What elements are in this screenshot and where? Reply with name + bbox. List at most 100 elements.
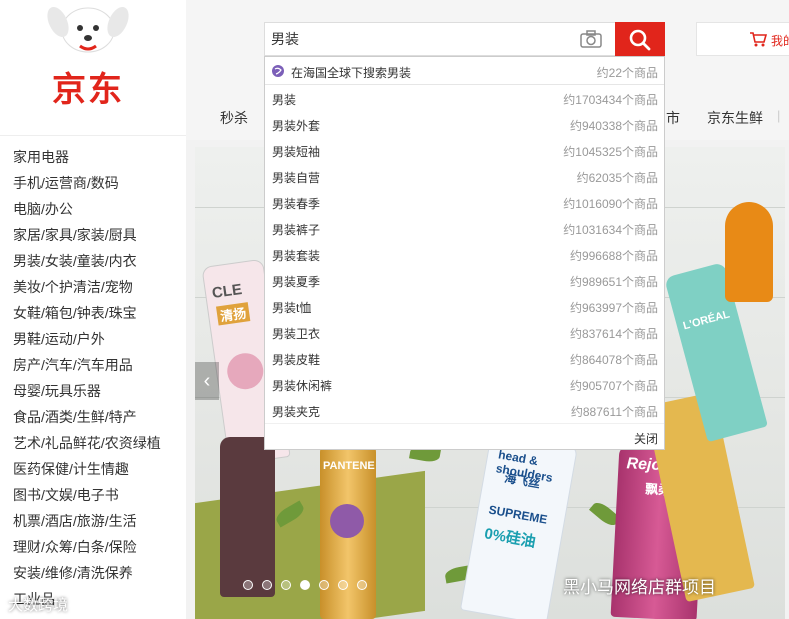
- category-item[interactable]: 美妆/个护清洁/宠物: [0, 274, 186, 300]
- search-icon: [629, 29, 651, 51]
- category-item[interactable]: 家居/家具/家装/厨具: [0, 222, 186, 248]
- suggest-item[interactable]: 男装卫衣 约837614个商品: [265, 319, 664, 345]
- suggest-item-word: 男装休闲裤: [272, 379, 333, 393]
- watermark-left: 大数跨境: [8, 597, 69, 614]
- suggest-footer-divider: [265, 423, 664, 424]
- category-list: 家用电器 手机/运营商/数码 电脑/办公 家居/家具/家装/厨具 男装/女装/童装/内衣…: [0, 144, 186, 612]
- clear-brand-label: CLE: [210, 280, 244, 302]
- suggest-item-count: 约989651个商品: [569, 275, 658, 289]
- category-item[interactable]: 母婴/玩具乐器: [0, 378, 186, 404]
- suggest-item-word: 男装t恤: [272, 301, 312, 315]
- suggest-item-count: 约963997个商品: [569, 301, 658, 315]
- cart-button[interactable]: 我的: [696, 22, 789, 56]
- suggest-close-button[interactable]: 关闭: [634, 430, 658, 447]
- search-input[interactable]: [271, 23, 571, 55]
- banner-dot[interactable]: [357, 580, 367, 590]
- jd-logo[interactable]: 京东: [52, 62, 124, 111]
- banner-dot[interactable]: [281, 580, 291, 590]
- suggest-item-word: 男装套装: [272, 249, 321, 263]
- category-item[interactable]: 图书/文娱/电子书: [0, 482, 186, 508]
- suggest-item-word: 男装卫衣: [272, 327, 321, 341]
- qingyang-label: 清扬: [216, 302, 251, 326]
- suggest-item-word: 男装自营: [272, 171, 321, 185]
- banner-dot[interactable]: [338, 580, 348, 590]
- category-item[interactable]: 女鞋/箱包/钟表/珠宝: [0, 300, 186, 326]
- category-item[interactable]: 安装/维修/清洗保养: [0, 560, 186, 586]
- dark-shampoo-bottle: [220, 437, 275, 597]
- category-item[interactable]: 家用电器: [0, 144, 186, 170]
- supreme-label: SUPREME: [487, 502, 549, 527]
- silicone-free-label: 0%硅油: [483, 525, 537, 551]
- suggest-item[interactable]: 男装裤子 约1031634个商品: [265, 215, 664, 241]
- suggest-item-word: 男装裤子: [272, 223, 321, 237]
- nav-item-fresh[interactable]: 京东生鲜: [707, 108, 763, 128]
- pantene-badge: [330, 504, 364, 538]
- category-item[interactable]: 医药保健/计生情趣: [0, 456, 186, 482]
- suggest-item[interactable]: 男装套装 约996688个商品: [265, 241, 664, 267]
- category-item[interactable]: 电脑/办公: [0, 196, 186, 222]
- suggest-item-word: 男装春季: [272, 197, 321, 211]
- suggest-item[interactable]: 男装自营 约62035个商品: [265, 163, 664, 189]
- cart-label: 我的: [771, 34, 789, 48]
- logo-area[interactable]: 京东: [0, 0, 186, 136]
- banner-dot[interactable]: [243, 580, 253, 590]
- globe-icon: [272, 65, 284, 77]
- suggest-item[interactable]: 男装夹克 约887611个商品: [265, 397, 664, 423]
- suggest-item-count: 约1045325个商品: [563, 145, 658, 159]
- pantene-bottle: PANTENE: [320, 442, 376, 619]
- suggest-global-text: 在海国全球下搜索男装: [291, 66, 412, 80]
- suggest-item-count: 约1016090个商品: [563, 197, 658, 211]
- nav-item-market[interactable]: 市: [666, 108, 680, 128]
- suggest-global-row[interactable]: 在海国全球下搜索男装 约22个商品: [265, 57, 664, 85]
- category-item[interactable]: 机票/酒店/旅游/生活: [0, 508, 186, 534]
- suggest-item[interactable]: 男装 约1703434个商品: [265, 85, 664, 111]
- category-item[interactable]: 男装/女装/童装/内衣: [0, 248, 186, 274]
- category-item[interactable]: 食品/酒类/生鲜/特产: [0, 404, 186, 430]
- nav-item-miaosha[interactable]: 秒杀: [220, 108, 248, 128]
- suggest-item[interactable]: 男装t恤 约963997个商品: [265, 293, 664, 319]
- suggest-item-count: 约62035个商品: [576, 171, 658, 185]
- suggest-item[interactable]: 男装夏季 约989651个商品: [265, 267, 664, 293]
- category-item[interactable]: 理财/众筹/白条/保险: [0, 534, 186, 560]
- suggest-item-word: 男装皮鞋: [272, 353, 321, 367]
- suggest-item[interactable]: 男装短袖 约1045325个商品: [265, 137, 664, 163]
- suggest-item[interactable]: 男装春季 约1016090个商品: [265, 189, 664, 215]
- suggest-item-count: 约996688个商品: [569, 249, 658, 263]
- suggest-item-count: 约837614个商品: [569, 327, 658, 341]
- suggest-item[interactable]: 男装休闲裤 约905707个商品: [265, 371, 664, 397]
- banner-dot[interactable]: [300, 580, 310, 590]
- flower-icon: [224, 350, 266, 392]
- search-button[interactable]: [615, 22, 665, 56]
- category-item[interactable]: 艺术/礼品鲜花/农资绿植: [0, 430, 186, 456]
- category-item[interactable]: 手机/运营商/数码: [0, 170, 186, 196]
- suggest-global-count: 约22个商品: [596, 66, 658, 80]
- suggest-item-count: 约1031634个商品: [563, 223, 658, 237]
- suggest-item-word: 男装: [272, 93, 297, 107]
- suggest-item[interactable]: 男装皮鞋 约864078个商品: [265, 345, 664, 371]
- joy-dog-mascot-icon: [47, 7, 129, 53]
- oil-bottle: [725, 202, 773, 302]
- search-suggest-dropdown: 在海国全球下搜索男装 约22个商品 男装 约1703434个商品男装外套 约9403…: [264, 56, 665, 450]
- suggest-item-word: 男装夏季: [272, 275, 321, 289]
- nav-separator: |: [777, 108, 781, 123]
- banner-prev-arrow[interactable]: ‹: [195, 362, 219, 400]
- cart-icon: [750, 32, 767, 47]
- suggest-item-word: 男装短袖: [272, 145, 321, 159]
- category-item[interactable]: 房产/汽车/汽车用品: [0, 352, 186, 378]
- left-column: 京东 家用电器 手机/运营商/数码 电脑/办公 家居/家具/家装/厨具 男装/女装/童装…: [0, 0, 186, 619]
- suggest-item-count: 约1703434个商品: [563, 93, 658, 107]
- head-shoulders-bottle: head & shoulders 海飞丝 SUPREME 0%硅油: [459, 430, 579, 619]
- suggest-item-word: 男装外套: [272, 119, 321, 133]
- suggest-item-word: 男装夹克: [272, 405, 321, 419]
- suggest-item-count: 约905707个商品: [569, 379, 658, 393]
- pantene-brand-label: PANTENE: [323, 460, 375, 472]
- search-box: [264, 22, 615, 56]
- banner-dot[interactable]: [262, 580, 272, 590]
- suggest-item-count: 约940338个商品: [569, 119, 658, 133]
- category-item[interactable]: 男鞋/运动/户外: [0, 326, 186, 352]
- camera-icon[interactable]: [580, 30, 602, 48]
- banner-dot[interactable]: [319, 580, 329, 590]
- suggest-item[interactable]: 男装外套 约940338个商品: [265, 111, 664, 137]
- suggest-item-count: 约864078个商品: [569, 353, 658, 367]
- watermark-right: 黑小马网络店群项目: [563, 578, 716, 597]
